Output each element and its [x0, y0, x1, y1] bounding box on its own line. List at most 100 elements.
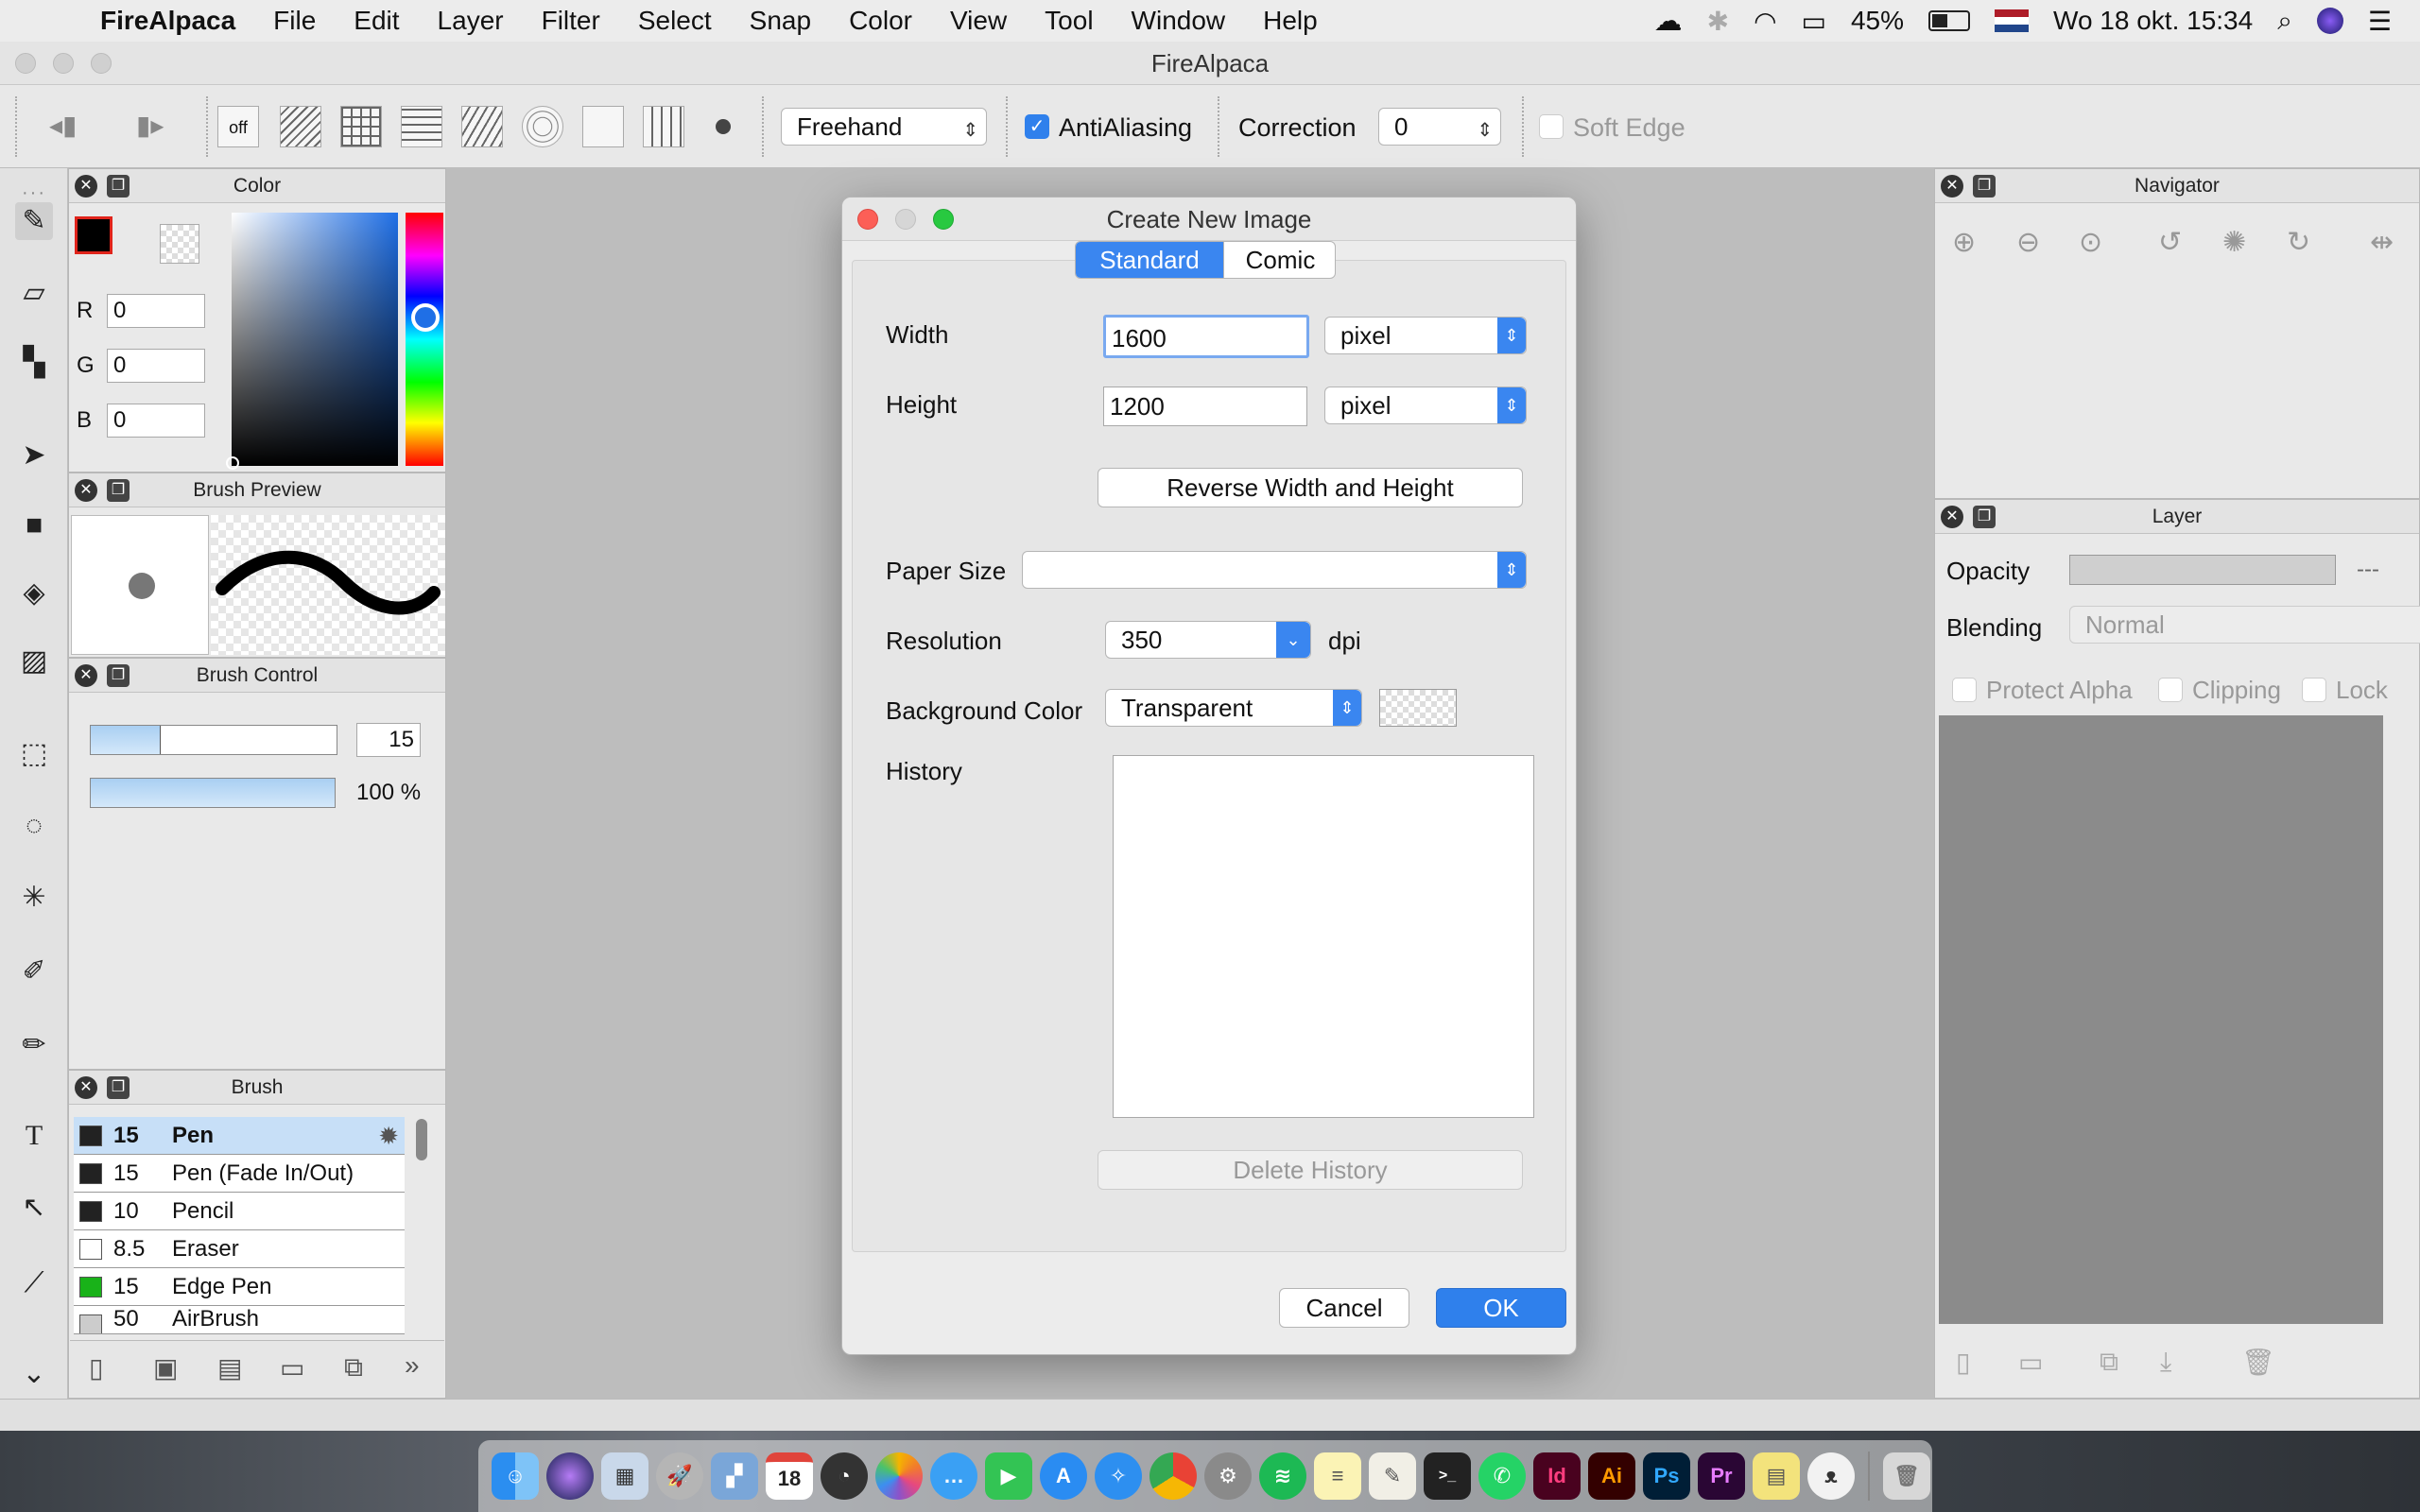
- magic-wand-tool-icon[interactable]: ✳: [15, 879, 53, 917]
- window-minimize-button[interactable]: [53, 53, 74, 74]
- next-icon[interactable]: ▮▸: [136, 110, 164, 141]
- wifi-icon[interactable]: ◠: [1754, 6, 1776, 37]
- photos-icon[interactable]: [875, 1452, 923, 1500]
- operation-tool-icon[interactable]: ↖: [15, 1189, 53, 1227]
- save-brush-icon[interactable]: ▤: [217, 1352, 242, 1383]
- protect-alpha-label[interactable]: Protect Alpha: [1986, 676, 2133, 705]
- bucket-tool-icon[interactable]: ◈: [15, 575, 53, 612]
- width-input[interactable]: 1600: [1103, 315, 1309, 358]
- messages-icon[interactable]: …: [930, 1452, 977, 1500]
- transparent-color-swatch[interactable]: [160, 224, 199, 264]
- creative-cloud-icon[interactable]: ☁: [1654, 5, 1683, 38]
- brush-folder-icon[interactable]: ▭: [280, 1352, 304, 1383]
- menu-select[interactable]: Select: [619, 6, 731, 36]
- rotate-left-icon[interactable]: ↺: [2158, 226, 2182, 259]
- flip-horizontal-icon[interactable]: ⇹: [2370, 226, 2394, 259]
- layer-list[interactable]: [1939, 715, 2383, 1324]
- close-panel-icon[interactable]: ✕: [75, 479, 97, 502]
- fill-rect-tool-icon[interactable]: ■: [15, 507, 53, 544]
- clipping-checkbox[interactable]: [2158, 678, 2183, 702]
- menu-edit[interactable]: Edit: [335, 6, 418, 36]
- brush-tool-icon[interactable]: ✎: [15, 202, 53, 240]
- detach-panel-icon[interactable]: ❐: [107, 1076, 130, 1099]
- lasso-tool-icon[interactable]: ◌: [15, 807, 53, 845]
- facetime-icon[interactable]: ▶: [985, 1452, 1032, 1500]
- move-tool-icon[interactable]: ➤: [15, 437, 53, 474]
- clipping-label[interactable]: Clipping: [2192, 676, 2281, 705]
- more-brush-actions-icon[interactable]: »: [405, 1350, 420, 1381]
- spotify-icon[interactable]: ≋: [1259, 1452, 1306, 1500]
- layer-opacity-slider[interactable]: [2069, 555, 2336, 585]
- rotate-right-icon[interactable]: ↻: [2287, 226, 2310, 259]
- close-panel-icon[interactable]: ✕: [1941, 175, 1963, 198]
- cancel-button[interactable]: Cancel: [1279, 1288, 1409, 1328]
- detach-panel-icon[interactable]: ❐: [107, 664, 130, 687]
- eraser-tool-icon[interactable]: ▱: [15, 274, 53, 312]
- select-pen-tool-icon[interactable]: ✐: [15, 953, 53, 990]
- snap-perspective-icon[interactable]: [461, 106, 503, 147]
- snap-concentric-icon[interactable]: [522, 106, 563, 147]
- ok-button[interactable]: OK: [1436, 1288, 1566, 1328]
- menu-view[interactable]: View: [931, 6, 1026, 36]
- height-input[interactable]: 1200: [1103, 387, 1307, 426]
- text-tool-icon[interactable]: T: [15, 1117, 53, 1155]
- dialog-zoom-button[interactable]: [933, 209, 954, 230]
- history-list[interactable]: [1113, 755, 1534, 1118]
- preview-icon[interactable]: ▦: [601, 1452, 648, 1500]
- detach-panel-icon[interactable]: ❐: [1973, 175, 1996, 198]
- reset-rotation-icon[interactable]: ✺: [2222, 226, 2246, 259]
- primary-color-swatch[interactable]: [75, 216, 112, 254]
- height-unit-select[interactable]: pixel ⇕: [1324, 387, 1527, 424]
- select-rect-tool-icon[interactable]: ⬚: [15, 735, 53, 773]
- duplicate-brush-icon[interactable]: ▣: [153, 1352, 178, 1383]
- menu-tool[interactable]: Tool: [1026, 6, 1112, 36]
- menubar-clock[interactable]: Wo 18 okt. 15:34: [2053, 6, 2253, 36]
- zoom-out-icon[interactable]: ⊖: [2016, 226, 2040, 259]
- b-input[interactable]: 0: [107, 404, 205, 438]
- tab-comic[interactable]: Comic: [1223, 242, 1335, 278]
- zoom-fit-icon[interactable]: ⊙: [2079, 226, 2102, 259]
- calendar-icon[interactable]: 18: [766, 1452, 813, 1500]
- window-close-button[interactable]: [15, 53, 36, 74]
- trash-icon[interactable]: 🗑: [1883, 1452, 1930, 1500]
- window-zoom-button[interactable]: [91, 53, 112, 74]
- g-input[interactable]: 0: [107, 349, 205, 383]
- app-store-icon[interactable]: A: [1040, 1452, 1087, 1500]
- snap-parallel-icon[interactable]: [280, 106, 321, 147]
- dot-tool-icon[interactable]: ▚: [15, 344, 53, 382]
- brush-size-input[interactable]: 15: [356, 723, 421, 757]
- reverse-width-height-button[interactable]: Reverse Width and Height: [1098, 468, 1523, 507]
- background-color-swatch[interactable]: [1379, 689, 1457, 727]
- bluetooth-icon[interactable]: ✱: [1707, 6, 1729, 37]
- stickies-icon[interactable]: ▤: [1753, 1452, 1800, 1500]
- copy-brush-icon[interactable]: ⧉: [344, 1352, 363, 1383]
- input-source-flag-icon[interactable]: [1995, 9, 2030, 32]
- prev-icon[interactable]: ◂▮: [49, 110, 77, 141]
- soft-edge-checkbox[interactable]: [1539, 114, 1564, 139]
- hue-slider[interactable]: [406, 213, 443, 466]
- dialog-close-button[interactable]: [857, 209, 878, 230]
- brush-item-pen-fade[interactable]: 15 Pen (Fade In/Out): [74, 1155, 405, 1193]
- protect-alpha-checkbox[interactable]: [1952, 678, 1977, 702]
- soft-edge-label[interactable]: Soft Edge: [1573, 113, 1685, 143]
- menu-snap[interactable]: Snap: [731, 6, 830, 36]
- spotlight-icon[interactable]: ⌕: [2277, 6, 2292, 37]
- airplay-icon[interactable]: ▭: [1802, 6, 1826, 37]
- brush-item-pencil[interactable]: 10 Pencil: [74, 1193, 405, 1230]
- detach-panel-icon[interactable]: ❐: [107, 479, 130, 502]
- antialiasing-checkbox[interactable]: ✓: [1025, 114, 1049, 139]
- zoom-in-icon[interactable]: ⊕: [1952, 226, 1976, 259]
- saturation-value-picker[interactable]: [232, 213, 398, 466]
- close-panel-icon[interactable]: ✕: [75, 664, 97, 687]
- brush-settings-gear-icon[interactable]: ✹: [378, 1117, 399, 1155]
- premiere-icon[interactable]: Pr: [1698, 1452, 1745, 1500]
- new-folder-icon[interactable]: ▭: [2018, 1347, 2043, 1378]
- expand-tools-icon[interactable]: ⌄: [15, 1355, 53, 1393]
- lock-checkbox[interactable]: [2302, 678, 2326, 702]
- r-input[interactable]: 0: [107, 294, 205, 328]
- antialiasing-label[interactable]: AntiAliasing: [1059, 113, 1192, 143]
- photoshop-icon[interactable]: Ps: [1643, 1452, 1690, 1500]
- menu-color[interactable]: Color: [830, 6, 931, 36]
- duplicate-layer-icon[interactable]: ⧉: [2100, 1347, 2118, 1378]
- terminal-icon[interactable]: >_: [1424, 1452, 1471, 1500]
